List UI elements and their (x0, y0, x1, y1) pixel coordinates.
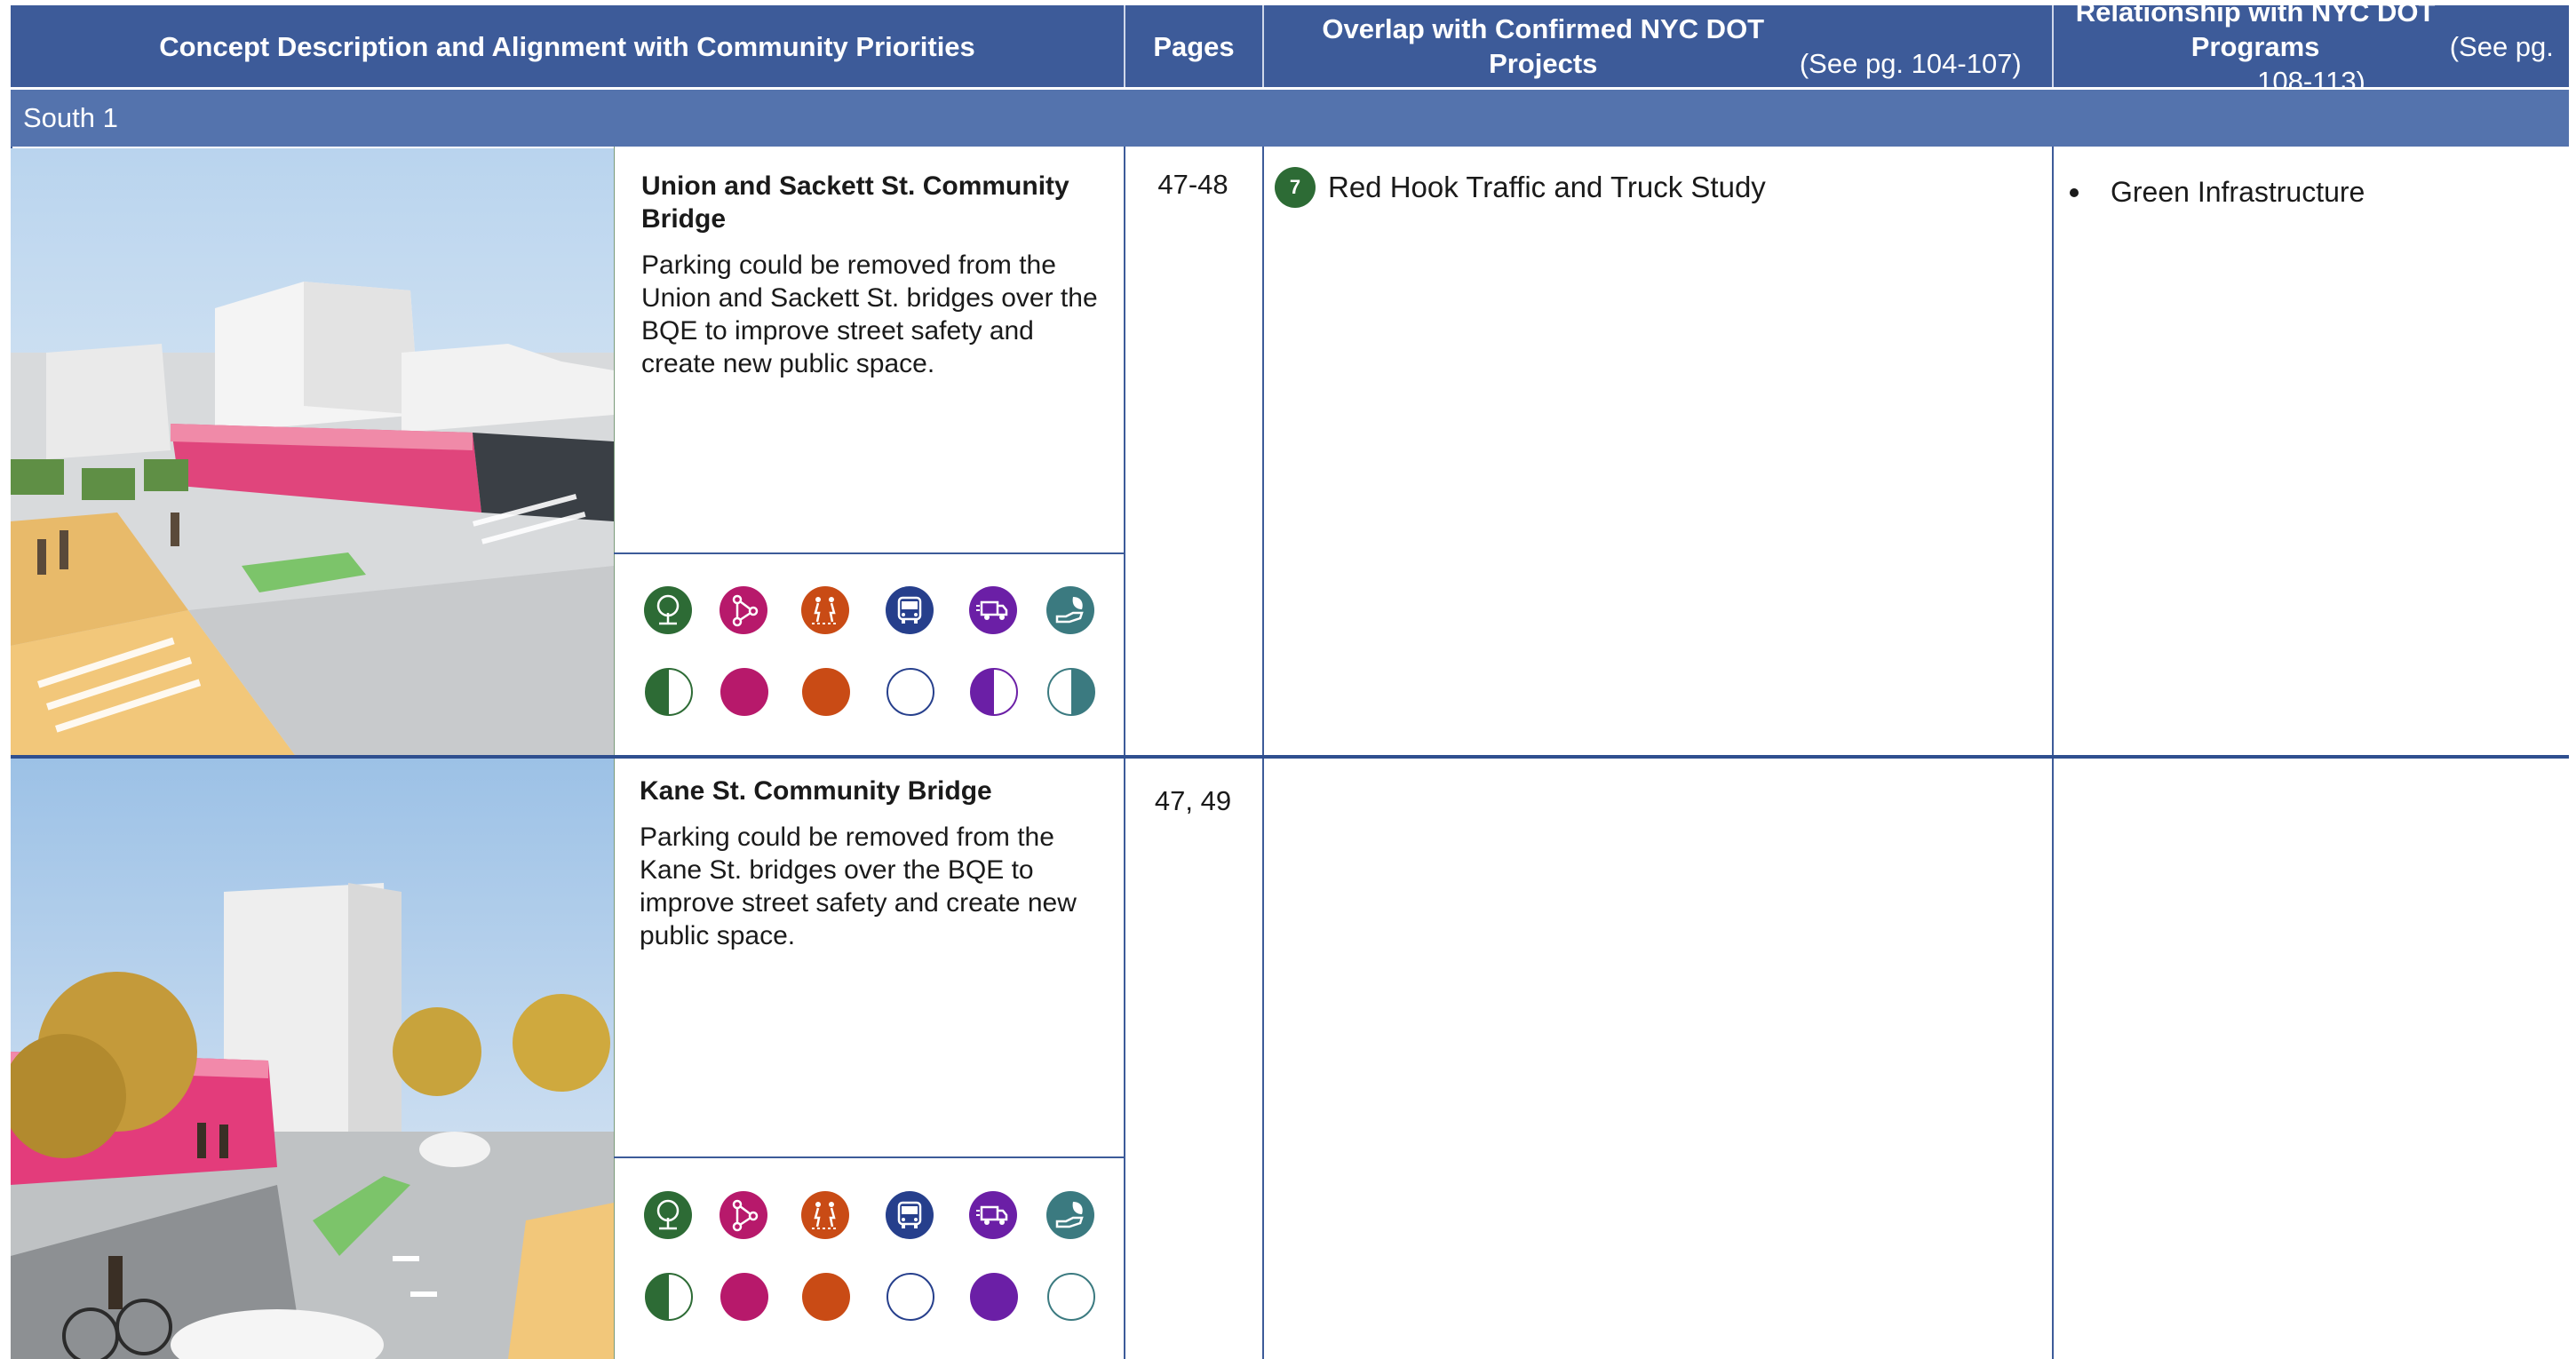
stewardship-alignment-none-icon (1047, 1273, 1095, 1321)
bus-icon (886, 1191, 934, 1239)
concept-description: Parking could be removed from the Union … (641, 250, 1098, 378)
column-divider (1262, 147, 1264, 1359)
safety-alignment-full-icon (802, 668, 850, 716)
concept-title: Union and Sackett St. Community Bridge (641, 171, 1069, 234)
page-reference: 47-48 (1157, 169, 1228, 200)
tree-icon (644, 586, 692, 634)
project-number-badge: 7 (1275, 167, 1316, 208)
hand-leaf-icon (1046, 1191, 1094, 1239)
freight-alignment-full-icon (970, 1273, 1018, 1321)
icon-area-divider (614, 552, 1124, 554)
column-divider (614, 147, 615, 1359)
confirmed-project: 7 Red Hook Traffic and Truck Study (1275, 167, 1766, 208)
program-name: Green Infrastructure (2111, 176, 2365, 208)
connectivity-alignment-full-icon (720, 1273, 768, 1321)
page-reference: 47, 49 (1154, 785, 1232, 816)
pedestrians-icon (801, 1191, 849, 1239)
header-concept: Concept Description and Alignment with C… (159, 30, 975, 62)
transit-alignment-none-icon (886, 668, 934, 716)
environment-alignment-half-icon (645, 668, 693, 716)
section-label: South 1 (11, 90, 2569, 147)
connectivity-alignment-full-icon (720, 668, 768, 716)
tree-icon (644, 1191, 692, 1239)
transit-alignment-none-icon (886, 1273, 934, 1321)
environment-alignment-half-icon (645, 1273, 693, 1321)
project-name: Red Hook Traffic and Truck Study (1328, 171, 1766, 203)
header-relationship: Relationship with NYC DOT Programs (See … (2075, 0, 2554, 97)
pedestrians-icon (801, 586, 849, 634)
column-divider (2052, 147, 2054, 1359)
safety-alignment-full-icon (802, 1273, 850, 1321)
delivery-truck-icon (969, 1191, 1017, 1239)
header-pages: Pages (1153, 30, 1235, 62)
header-overlap: Overlap with Confirmed NYC DOT Projects … (1322, 13, 2022, 79)
concept-description: Parking could be removed from the Kane S… (640, 823, 1077, 950)
union-sackett-rendering-image (11, 148, 614, 755)
network-icon (720, 586, 767, 634)
freight-alignment-half-icon (970, 668, 1018, 716)
program-list-item: Green Infrastructure (2070, 176, 2365, 209)
delivery-truck-icon (969, 586, 1017, 634)
column-divider (1124, 147, 1125, 1359)
kane-st-rendering-image (11, 759, 614, 1359)
bullet-icon (2070, 187, 2079, 197)
hand-leaf-icon (1046, 586, 1094, 634)
bus-icon (886, 586, 934, 634)
network-icon (720, 1191, 767, 1239)
icon-area-divider (614, 1156, 1124, 1158)
stewardship-alignment-half-icon (1047, 668, 1095, 716)
concept-title: Kane St. Community Bridge (640, 776, 992, 806)
